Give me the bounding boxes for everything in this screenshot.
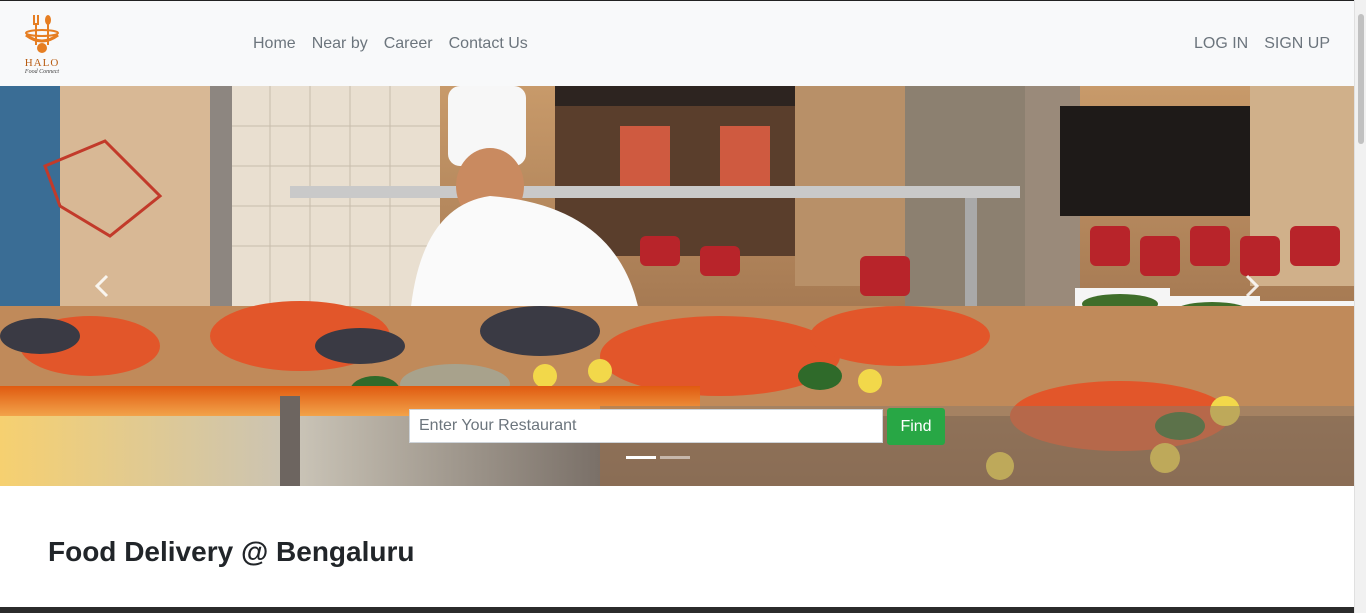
page-scrollbar[interactable] bbox=[1354, 0, 1366, 613]
auth-nav: LOG IN SIGN UP bbox=[1186, 34, 1338, 54]
chevron-right-icon bbox=[1245, 274, 1260, 298]
carousel-next-button[interactable] bbox=[1240, 272, 1264, 300]
login-link[interactable]: LOG IN bbox=[1186, 34, 1256, 54]
page-section-title: Food Delivery @ Bengaluru bbox=[48, 536, 415, 567]
main-nav: Home Near by Career Contact Us bbox=[245, 34, 536, 54]
carousel-indicator-2[interactable] bbox=[660, 456, 690, 459]
brand-name: HALO bbox=[24, 57, 60, 69]
brand-tagline: Food Connect bbox=[24, 69, 60, 75]
nav-contact-us[interactable]: Contact Us bbox=[441, 34, 536, 54]
next-section-preview bbox=[0, 607, 1354, 613]
carousel-indicator-1[interactable] bbox=[626, 456, 656, 459]
nav-career[interactable]: Career bbox=[376, 34, 441, 54]
scrollbar-thumb[interactable] bbox=[1358, 14, 1364, 144]
signup-link[interactable]: SIGN UP bbox=[1256, 34, 1338, 54]
halo-logo[interactable]: HALO Food Connect bbox=[16, 13, 68, 75]
fork-spoon-icon bbox=[25, 15, 59, 53]
carousel-indicators bbox=[626, 456, 690, 459]
carousel-prev-button[interactable] bbox=[90, 272, 114, 300]
nav-near-by[interactable]: Near by bbox=[304, 34, 376, 54]
find-button[interactable]: Find bbox=[887, 408, 945, 445]
hero-carousel: Find bbox=[0, 86, 1354, 486]
restaurant-search-input[interactable] bbox=[409, 409, 883, 443]
navbar: HALO Food Connect Home Near by Career Co… bbox=[0, 0, 1354, 86]
nav-home[interactable]: Home bbox=[245, 34, 304, 54]
chevron-left-icon bbox=[94, 274, 109, 298]
